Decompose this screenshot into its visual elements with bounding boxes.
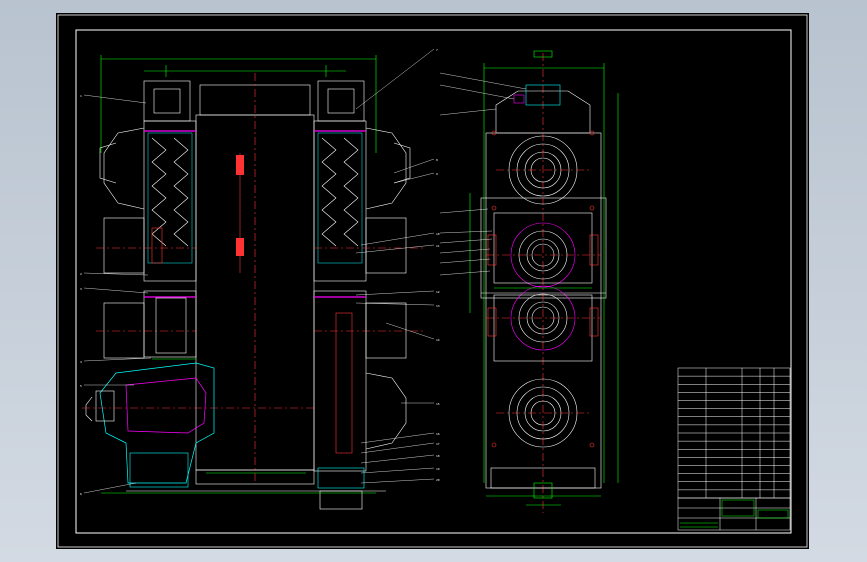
section-view <box>82 55 426 510</box>
svg-text:3: 3 <box>80 287 82 291</box>
svg-text:2: 2 <box>80 272 82 276</box>
title-block <box>677 497 791 531</box>
right-leaders <box>355 48 435 484</box>
end-view-leaders <box>439 72 527 276</box>
drawing-canvas: 1 2 3 4 5 6 7 8 9 10 11 12 13 14 15 16 1… <box>57 14 808 548</box>
svg-text:11: 11 <box>436 244 440 248</box>
svg-text:16: 16 <box>436 432 440 436</box>
svg-text:1: 1 <box>80 94 82 98</box>
svg-text:19: 19 <box>436 467 440 471</box>
svg-text:12: 12 <box>436 290 440 294</box>
left-callouts: 1 2 3 4 5 6 <box>80 94 82 496</box>
svg-text:17: 17 <box>436 442 440 446</box>
end-view <box>469 50 619 513</box>
svg-text:6: 6 <box>80 492 82 496</box>
svg-text:9: 9 <box>436 172 438 176</box>
svg-text:5: 5 <box>80 384 82 388</box>
right-callouts: 7 8 9 10 11 12 13 14 15 16 17 18 19 20 <box>436 48 440 482</box>
svg-text:10: 10 <box>436 232 440 236</box>
svg-text:7: 7 <box>436 48 438 52</box>
parts-list <box>677 367 791 499</box>
svg-text:20: 20 <box>436 478 440 482</box>
drawing-sheet: 1 2 3 4 5 6 7 8 9 10 11 12 13 14 15 16 1… <box>56 13 809 549</box>
left-leaders <box>83 94 152 494</box>
svg-text:15: 15 <box>436 402 440 406</box>
svg-text:4: 4 <box>80 360 82 364</box>
svg-text:13: 13 <box>436 304 440 308</box>
svg-text:14: 14 <box>436 338 440 342</box>
svg-text:8: 8 <box>436 158 438 162</box>
svg-text:18: 18 <box>436 454 440 458</box>
cad-viewport[interactable]: 1 2 3 4 5 6 7 8 9 10 11 12 13 14 15 16 1… <box>0 0 867 562</box>
